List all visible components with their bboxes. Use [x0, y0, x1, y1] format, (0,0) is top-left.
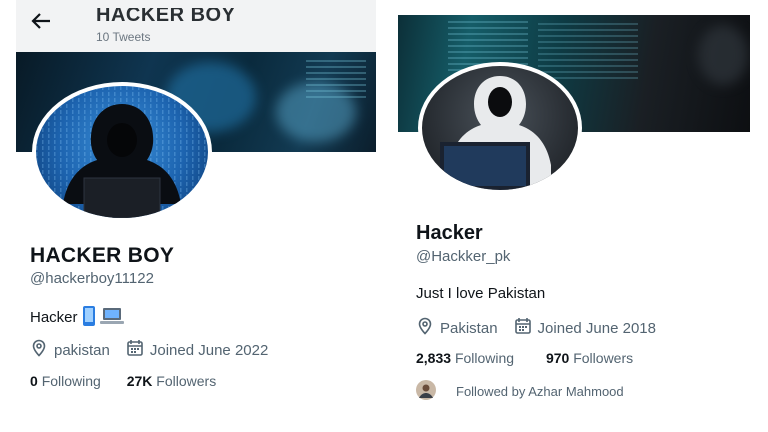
profile-panel-left: HACKER BOY 10 Tweets HACKER BOY @hackerb… — [16, 0, 376, 405]
profile-handle: @hackerboy11122 — [30, 270, 154, 287]
profile-name: Hacker — [416, 222, 483, 244]
followers-label: Followers — [156, 373, 217, 389]
header-profile-name: HACKER BOY — [96, 4, 236, 26]
followed-by-text: Followed by Azhar Mahmood — [456, 384, 624, 399]
phone-emoji-icon — [82, 306, 96, 330]
following-label: Following — [41, 373, 101, 389]
profile-name: HACKER BOY — [30, 244, 175, 267]
profile-stats: 2,833 Following 970 Followers — [416, 350, 633, 366]
profile-meta-row: Pakistan Joined June 2018 — [416, 317, 656, 339]
profile-panel-right: Hacker @Hackker_pk Just I love Pakistan … — [398, 0, 750, 405]
profile-handle: @Hackker_pk — [416, 248, 511, 265]
following-label: Following — [454, 350, 515, 366]
profile-bio: Just I love Pakistan — [416, 285, 546, 302]
followers-count: 27K — [126, 373, 153, 389]
following-link[interactable]: 2,833 Following — [416, 350, 514, 366]
followed-by-row[interactable]: Followed by Azhar Mahmood — [416, 380, 624, 403]
profile-location: pakistan — [54, 341, 110, 359]
header-tweet-count: 10 Tweets — [96, 30, 151, 44]
profile-joined: Joined June 2018 — [537, 319, 656, 337]
avatar[interactable] — [32, 82, 212, 222]
following-count: 2,833 — [416, 350, 452, 366]
calendar-icon — [126, 339, 150, 361]
followers-label: Followers — [573, 350, 634, 366]
followers-link[interactable]: 970 Followers — [546, 350, 633, 366]
avatar[interactable] — [418, 62, 582, 194]
profile-stats: 0 Following 27K Followers — [30, 373, 216, 389]
profile-header-bar: HACKER BOY 10 Tweets — [16, 0, 376, 52]
laptop-emoji-icon — [99, 307, 124, 329]
calendar-icon — [514, 317, 538, 339]
location-pin-icon — [416, 317, 440, 339]
bio-text: Hacker — [30, 308, 78, 326]
followers-count: 970 — [545, 350, 570, 366]
profile-bio: Hacker — [30, 306, 124, 330]
profile-location: Pakistan — [440, 319, 498, 337]
profile-meta-row: pakistan Joined June 2022 — [30, 339, 268, 361]
back-arrow-icon[interactable] — [30, 10, 52, 36]
follower-avatar-icon — [416, 380, 442, 403]
location-pin-icon — [30, 339, 54, 361]
following-count: 0 — [30, 373, 38, 389]
following-link[interactable]: 0 Following — [30, 373, 101, 389]
followers-link[interactable]: 27K Followers — [127, 373, 216, 389]
profile-joined: Joined June 2022 — [149, 341, 269, 359]
